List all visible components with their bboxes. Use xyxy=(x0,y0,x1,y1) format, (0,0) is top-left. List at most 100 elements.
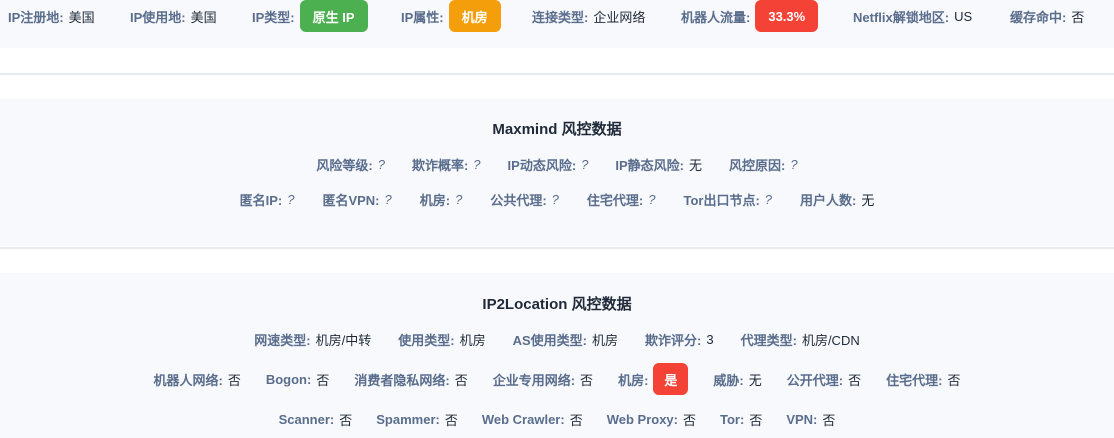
bot-traffic-label: 机器人流量: xyxy=(681,9,751,25)
risk-level-pair: 风险等级: ? xyxy=(316,155,385,174)
ip-usage-label: IP使用地: xyxy=(130,9,186,25)
connection-type-value: 企业网络 xyxy=(593,9,646,25)
ip2location-row-3: Scanner: 否 Spammer: 否 Web Crawler: 否 Web… xyxy=(0,403,1114,435)
ip-attribute-pair: IP属性: 机房 xyxy=(401,0,501,32)
user-count-label: 用户人数: xyxy=(800,192,857,208)
ip-dynamic-risk-value: ? xyxy=(581,156,589,172)
tor-exit-node-value: ? xyxy=(764,191,773,207)
bot-traffic-badge: 33.3% xyxy=(755,0,819,32)
bot-network-value: 否 xyxy=(227,372,241,388)
datacenter-flag-label: 机房: xyxy=(618,372,649,388)
bot-network-pair: 机器人网络: 否 xyxy=(153,370,240,389)
anonymous-ip-value: ? xyxy=(287,191,295,207)
consumer-privacy-network-pair: 消费者隐私网络: 否 xyxy=(354,370,467,389)
residential-proxy-pair: 住宅代理: ? xyxy=(587,190,656,209)
ip-registration-pair: IP注册地: 美国 xyxy=(8,0,95,32)
bot-traffic-pair: 机器人流量: 33.3% xyxy=(681,0,819,32)
ip-type-label: IP类型: xyxy=(252,9,295,25)
ip2location-row-2: 机器人网络: 否 Bogon: 否 消费者隐私网络: 否 企业专用网络: 否 机… xyxy=(0,363,1114,395)
bot-network-label: 机器人网络: xyxy=(153,372,223,388)
consumer-privacy-network-value: 否 xyxy=(454,372,468,388)
fraud-probability-pair: 欺诈概率: ? xyxy=(412,155,481,174)
ip-attribute-badge: 机房 xyxy=(448,0,501,32)
as-usage-type-pair: AS使用类型: 机房 xyxy=(513,330,618,349)
web-proxy-label: Web Proxy: xyxy=(606,411,678,427)
consumer-privacy-network-label: 消费者隐私网络: xyxy=(354,372,450,388)
open-proxy-pair: 公开代理: 否 xyxy=(787,370,861,389)
connection-type-label: 连接类型: xyxy=(532,9,589,25)
anonymous-ip-pair: 匿名IP: ? xyxy=(240,190,295,209)
ip-attribute-label: IP属性: xyxy=(401,9,444,25)
maxmind-row-1: 风险等级: ? 欺诈概率: ? IP动态风险: ? IP静态风险: 无 风控原因… xyxy=(0,148,1114,180)
user-count-pair: 用户人数: 无 xyxy=(800,190,874,209)
maxmind-row-2: 匿名IP: ? 匿名VPN: ? 机房: ? 公共代理: ? 住宅代理: ? T… xyxy=(0,183,1114,215)
ip-usage-pair: IP使用地: 美国 xyxy=(130,0,217,32)
open-proxy-value: 否 xyxy=(848,372,862,388)
usage-type-pair: 使用类型: 机房 xyxy=(398,330,485,349)
ip-dynamic-risk-pair: IP动态风险: ? xyxy=(508,155,589,174)
network-speed-value: 机房/中转 xyxy=(315,332,372,348)
public-proxy-pair: 公共代理: ? xyxy=(490,190,559,209)
scanner-pair: Scanner: 否 xyxy=(279,410,353,429)
maxmind-section: Maxmind 风控数据 风险等级: ? 欺诈概率: ? IP动态风险: ? I… xyxy=(0,98,1114,246)
proxy-type-pair: 代理类型: 机房/CDN xyxy=(741,330,860,349)
web-crawler-label: Web Crawler: xyxy=(481,411,565,427)
enterprise-private-network-label: 企业专用网络: xyxy=(492,372,576,388)
ip-type-pair: IP类型: 原生 IP xyxy=(252,0,368,32)
ip-static-risk-label: IP静态风险: xyxy=(615,157,685,173)
usage-type-value: 机房 xyxy=(459,332,486,348)
residential-proxy-value: ? xyxy=(648,191,656,207)
network-speed-label: 网速类型: xyxy=(254,332,311,348)
risk-level-label: 风险等级: xyxy=(316,157,373,173)
risk-reason-label: 风控原因: xyxy=(729,157,786,173)
vpn-value: 否 xyxy=(822,412,836,428)
datacenter-pair: 机房: ? xyxy=(420,190,463,209)
datacenter-label: 机房: xyxy=(419,192,451,208)
cache-hit-value: 否 xyxy=(1071,9,1085,25)
fraud-score-label: 欺诈评分: xyxy=(645,332,702,348)
vpn-label: VPN: xyxy=(786,411,818,427)
bogon-value: 否 xyxy=(316,372,330,388)
residential-proxy-label: 住宅代理: xyxy=(586,192,644,208)
ip2location-title: IP2Location 风控数据 xyxy=(482,296,632,313)
scanner-value: 否 xyxy=(339,412,353,428)
network-speed-pair: 网速类型: 机房/中转 xyxy=(254,330,371,349)
enterprise-private-network-value: 否 xyxy=(580,372,594,388)
spammer-label: Spammer: xyxy=(376,411,440,427)
cache-hit-pair: 缓存命中: 否 xyxy=(1010,0,1084,32)
ip-summary-row: IP注册地: 美国 IP使用地: 美国 IP类型: 原生 IP IP属性: 机房… xyxy=(0,0,1114,32)
web-crawler-value: 否 xyxy=(569,412,583,428)
ip-usage-value: 美国 xyxy=(190,9,217,25)
scanner-label: Scanner: xyxy=(278,411,335,427)
vpn-pair: VPN: 否 xyxy=(786,410,835,429)
risk-reason-pair: 风控原因: ? xyxy=(729,155,798,174)
as-usage-type-label: AS使用类型: xyxy=(512,332,587,348)
user-count-value: 无 xyxy=(861,192,875,208)
ip-static-risk-value: 无 xyxy=(689,157,703,173)
web-proxy-value: 否 xyxy=(682,412,696,428)
bogon-label: Bogon: xyxy=(265,371,312,387)
spammer-pair: Spammer: 否 xyxy=(376,410,458,429)
proxy-type-label: 代理类型: xyxy=(740,332,797,348)
usage-type-label: 使用类型: xyxy=(398,332,455,348)
public-proxy-value: ? xyxy=(551,191,559,207)
enterprise-private-network-pair: 企业专用网络: 否 xyxy=(493,370,593,389)
residential-proxy-flag-pair: 住宅代理: 否 xyxy=(886,370,960,389)
tor-exit-node-pair: Tor出口节点: ? xyxy=(683,190,772,209)
tor-label: Tor: xyxy=(720,411,745,427)
residential-proxy-flag-value: 否 xyxy=(947,372,961,388)
ip-dynamic-risk-label: IP动态风险: xyxy=(507,157,577,173)
anonymous-vpn-pair: 匿名VPN: ? xyxy=(322,190,391,209)
risk-level-value: ? xyxy=(377,156,385,172)
netflix-region-label: Netflix解锁地区: xyxy=(853,9,950,25)
datacenter-value: ? xyxy=(455,191,463,207)
spammer-value: 否 xyxy=(444,412,458,428)
as-usage-type-value: 机房 xyxy=(592,332,619,348)
tor-pair: Tor: 否 xyxy=(720,410,762,429)
residential-proxy-flag-label: 住宅代理: xyxy=(886,372,943,388)
datacenter-flag-pair: 机房: 是 xyxy=(618,363,689,395)
ip-static-risk-pair: IP静态风险: 无 xyxy=(615,155,702,174)
web-proxy-pair: Web Proxy: 否 xyxy=(607,410,696,429)
risk-reason-value: ? xyxy=(790,156,798,172)
public-proxy-label: 公共代理: xyxy=(490,192,547,208)
